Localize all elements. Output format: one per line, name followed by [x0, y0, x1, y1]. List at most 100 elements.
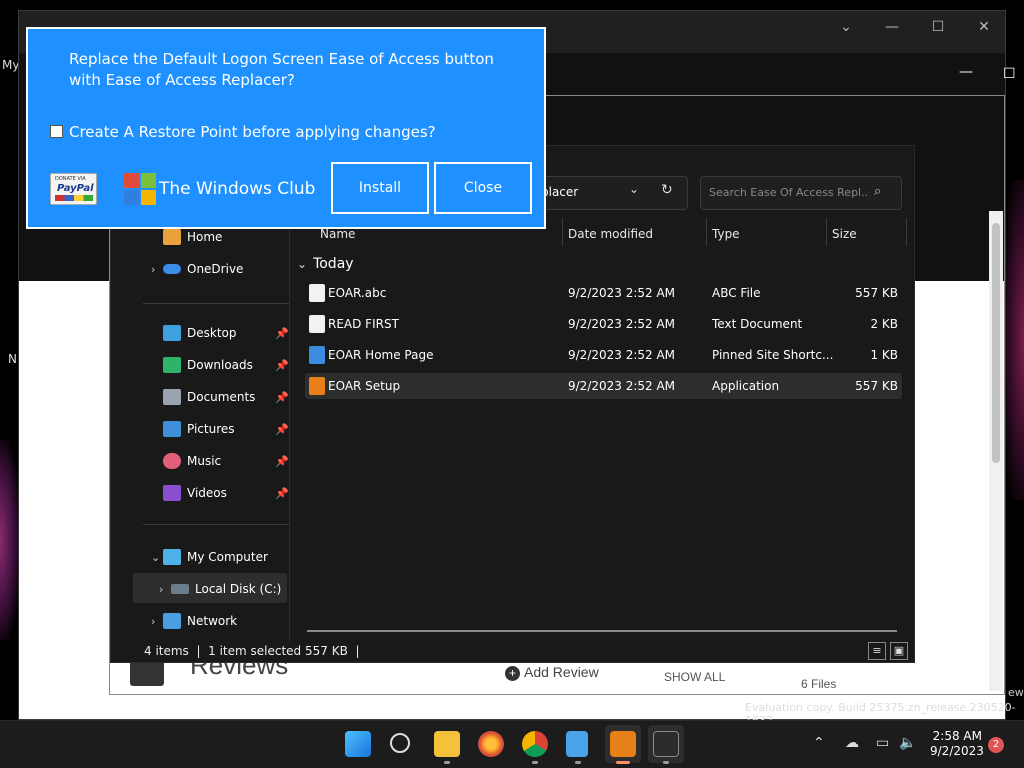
desktop-label: My	[2, 58, 20, 72]
group-label: Today	[313, 256, 354, 272]
windows-club-logo-icon[interactable]	[124, 173, 156, 205]
pinned-site-icon	[309, 346, 325, 364]
nav-item-music[interactable]: Music 📌	[163, 446, 289, 476]
chevron-right-icon[interactable]: ›	[159, 583, 163, 596]
pin-icon: 📌	[275, 486, 289, 500]
restore-point-checkbox[interactable]	[50, 125, 63, 138]
nav-item-downloads[interactable]: Downloads 📌	[163, 350, 289, 380]
maximize-button[interactable]: ☐	[915, 17, 961, 37]
nav-label: OneDrive	[187, 262, 244, 276]
clock[interactable]: 2:58 AM 9/2/2023	[930, 729, 984, 759]
column-divider[interactable]	[826, 218, 827, 246]
nav-label: Videos	[187, 486, 227, 500]
install-button[interactable]: Install	[331, 162, 429, 214]
nav-label: Downloads	[187, 358, 253, 372]
text-document-icon	[309, 315, 325, 333]
tiles-view-icon[interactable]: ▣	[890, 642, 908, 660]
windows-start-icon[interactable]	[345, 731, 371, 757]
notification-badge[interactable]: 2	[988, 737, 1004, 753]
desktop-folder-icon	[163, 325, 181, 341]
paypal-donate-button[interactable]: DONATE VIA PayPal	[50, 173, 97, 205]
nav-item-videos[interactable]: Videos 📌	[163, 478, 289, 508]
windows-club-brand[interactable]: The Windows Club	[159, 179, 315, 199]
file-type: Pinned Site Shortc...	[712, 348, 834, 362]
nav-label: Local Disk (C:)	[195, 582, 282, 596]
chevron-up-icon[interactable]: ⌃	[813, 735, 825, 751]
cloud-sync-icon[interactable]: ☁	[845, 735, 859, 751]
details-view-icon[interactable]: ≡	[868, 642, 886, 660]
nav-item-pictures[interactable]: Pictures 📌	[163, 414, 289, 444]
close-dialog-button[interactable]: Close	[434, 162, 532, 214]
file-row[interactable]: READ FIRST 9/2/2023 2:52 AM Text Documen…	[305, 311, 902, 337]
chevron-down-icon[interactable]: ⌄	[151, 551, 160, 564]
card-logos	[55, 195, 93, 201]
chrome-icon[interactable]	[522, 731, 548, 757]
refresh-icon[interactable]: ↻	[661, 182, 673, 198]
file-date: 9/2/2023 2:52 AM	[568, 348, 676, 362]
running-indicator	[663, 761, 669, 764]
selection-info: 1 item selected 557 KB	[208, 644, 348, 658]
nav-item-onedrive[interactable]: › OneDrive	[151, 254, 244, 284]
nav-item-documents[interactable]: Documents 📌	[163, 382, 289, 412]
horizontal-scrollbar[interactable]	[307, 630, 897, 632]
chevron-down-icon: ⌄	[297, 257, 308, 271]
chevron-right-icon[interactable]: ›	[151, 263, 155, 276]
search-icon[interactable]	[390, 733, 410, 753]
pane-divider[interactable]	[289, 222, 290, 642]
minimize-button[interactable]: —	[959, 64, 973, 80]
notepad-icon[interactable]	[566, 731, 588, 757]
restore-point-label[interactable]: Create A Restore Point before applying c…	[69, 123, 436, 141]
nav-item-local-disk[interactable]: › Local Disk (C:)	[159, 574, 282, 604]
column-divider[interactable]	[906, 218, 907, 246]
search-icon[interactable]: ⌕	[874, 184, 881, 199]
nav-label: Documents	[187, 390, 256, 404]
file-row[interactable]: EOAR.abc 9/2/2023 2:52 AM ABC File 557 K…	[305, 280, 902, 306]
active-indicator	[616, 761, 630, 764]
file-row-selected[interactable]: EOAR Setup 9/2/2023 2:52 AM Application …	[305, 373, 902, 399]
drive-icon	[171, 584, 189, 594]
maximize-button[interactable]: ☐	[1003, 66, 1016, 82]
column-header-name[interactable]: Name	[320, 227, 355, 241]
pin-icon: 📌	[275, 358, 289, 372]
nav-item-desktop[interactable]: Desktop 📌	[163, 318, 289, 348]
terminal-icon[interactable]	[653, 731, 679, 757]
add-review-link[interactable]: + Add Review	[505, 664, 599, 681]
column-header-type[interactable]: Type	[712, 227, 740, 241]
close-button[interactable]: ✕	[961, 17, 1007, 37]
file-size: 557 KB	[855, 286, 898, 300]
file-type: Application	[712, 379, 780, 393]
show-all-link[interactable]: SHOW ALL	[664, 670, 725, 684]
scrollbar-thumb[interactable]	[992, 223, 1000, 463]
pin-icon: 📌	[275, 390, 289, 404]
file-type: ABC File	[712, 286, 761, 300]
group-header-today[interactable]: ⌄ Today	[297, 256, 354, 272]
eoar-app-icon[interactable]	[610, 731, 636, 757]
column-header-date[interactable]: Date modified	[568, 227, 653, 241]
network-icon[interactable]: ▭	[876, 735, 889, 751]
desktop-label: N	[8, 352, 17, 366]
browser-scrollbar[interactable]	[989, 211, 1003, 691]
volume-icon[interactable]: 🔈	[899, 735, 916, 751]
nav-label: Network	[187, 614, 238, 628]
minimize-button[interactable]: —	[869, 17, 915, 37]
status-divider: |	[351, 644, 360, 658]
column-header-size[interactable]: Size	[832, 227, 857, 241]
nav-item-my-computer[interactable]: ⌄ My Computer	[151, 542, 268, 572]
nav-item-network[interactable]: › Network	[151, 606, 238, 636]
add-review-label: Add Review	[524, 664, 599, 680]
file-size: 2 KB	[870, 317, 898, 331]
edge-text: ew	[1008, 686, 1024, 699]
firefox-icon[interactable]	[478, 731, 504, 757]
file-name: EOAR.abc	[328, 286, 387, 300]
column-divider[interactable]	[706, 218, 707, 246]
computer-icon	[163, 549, 181, 565]
file-row[interactable]: EOAR Home Page 9/2/2023 2:52 AM Pinned S…	[305, 342, 902, 368]
chevron-down-icon[interactable]: ⌄	[629, 182, 639, 196]
file-explorer-icon[interactable]	[434, 731, 460, 757]
column-divider[interactable]	[562, 218, 563, 246]
file-icon	[309, 284, 325, 302]
file-type: Text Document	[712, 317, 803, 331]
chevron-down-icon[interactable]: ⌄	[823, 17, 869, 37]
nav-label: Desktop	[187, 326, 237, 340]
chevron-right-icon[interactable]: ›	[151, 615, 155, 628]
